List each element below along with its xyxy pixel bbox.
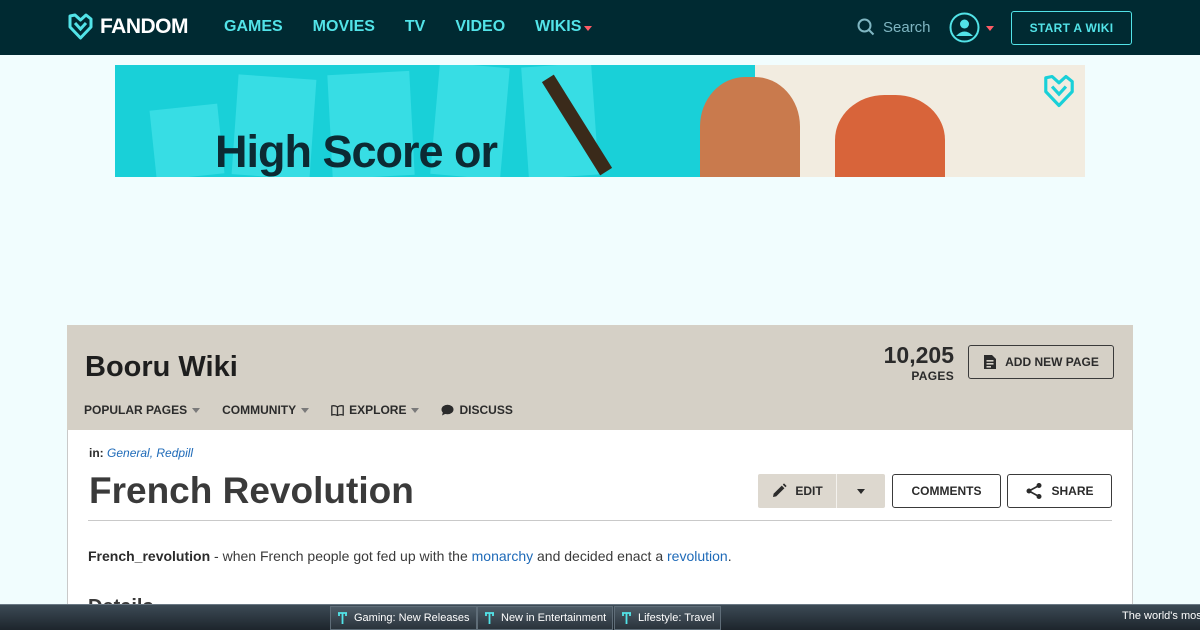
wiki-nav-discuss[interactable]: DISCUSS (441, 403, 513, 417)
categories-label: in: (89, 446, 104, 460)
book-icon (331, 404, 344, 416)
user-menu[interactable] (949, 12, 994, 43)
wiki-nav-label: COMMUNITY (222, 403, 297, 417)
page-title: French Revolution (89, 470, 414, 511)
share-label: SHARE (1051, 484, 1094, 498)
wiki-nav-explore[interactable]: EXPLORE (331, 403, 420, 417)
chevron-down-icon (411, 407, 420, 413)
pages-count-number: 10,205 (883, 342, 954, 368)
antenna-icon (622, 611, 631, 624)
comments-button[interactable]: COMMENTS (892, 474, 1001, 508)
chevron-down-icon (986, 26, 994, 31)
wiki-nav-label: EXPLORE (349, 403, 407, 417)
fandom-heart-icon (68, 13, 93, 40)
revolution-link[interactable]: revolution (667, 548, 728, 564)
chevron-down-icon (584, 25, 593, 31)
feed-tab-entertainment[interactable]: New in Entertainment (477, 606, 614, 630)
ad-headline: High Score or (215, 126, 498, 177)
feed-tab-lifestyle[interactable]: Lifestyle: Travel (614, 606, 722, 630)
article-intro: French_revolution - when French people g… (88, 548, 732, 564)
new-page-icon (984, 355, 997, 369)
fandom-heart-icon (1044, 74, 1074, 108)
search-label: Search (883, 18, 931, 36)
nav-link-label: WIKIS (535, 18, 582, 35)
nav-link-label: GAMES (224, 18, 283, 35)
intro-text: - when French people got fed up with the (210, 548, 472, 564)
intro-text: . (727, 548, 732, 564)
categories: in: General, Redpill (89, 446, 193, 460)
nav-link-games[interactable]: GAMES (224, 18, 283, 36)
add-new-page-button[interactable]: ADD NEW PAGE (968, 345, 1114, 379)
pages-count: 10,205 PAGES (884, 342, 954, 383)
edit-label: EDIT (795, 484, 823, 498)
nav-link-tv[interactable]: TV (405, 18, 425, 36)
wiki-nav-label: POPULAR PAGES (84, 403, 188, 417)
wiki-nav-label: DISCUSS (459, 403, 513, 417)
community-header: Booru Wiki 10,205 PAGES ADD NEW PAGE POP… (67, 325, 1133, 430)
nav-link-movies[interactable]: MOVIES (313, 18, 375, 36)
fandom-logo[interactable]: FANDOM (67, 13, 189, 40)
wiki-nav-popular-pages[interactable]: POPULAR PAGES (84, 403, 201, 417)
main-nav-links: GAMES MOVIES TV VIDEO WIKIS (224, 18, 622, 36)
feed-tab-label: Gaming: New Releases (354, 612, 470, 624)
category-link[interactable]: Redpill (156, 446, 193, 460)
bottom-feed-bar: Gaming: New Releases New in Entertainmen… (0, 604, 1200, 630)
nav-link-video[interactable]: VIDEO (455, 18, 505, 36)
speech-bubble-icon (441, 404, 454, 416)
share-button[interactable]: SHARE (1007, 474, 1112, 508)
nav-link-label: VIDEO (455, 18, 506, 35)
wiki-navigation: POPULAR PAGES COMMUNITY EXPLORE DISCUSS (84, 403, 535, 417)
global-navigation: FANDOM GAMES MOVIES TV VIDEO WIKIS Searc… (0, 0, 1200, 55)
nav-link-label: MOVIES (312, 18, 375, 35)
title-divider (88, 520, 1112, 521)
add-new-page-label: ADD NEW PAGE (1005, 355, 1099, 369)
logo-text: FANDOM (100, 14, 189, 38)
pencil-icon (773, 483, 787, 497)
monarchy-link[interactable]: monarchy (472, 548, 533, 564)
edit-button-group: EDIT (758, 474, 885, 508)
category-link[interactable]: General (107, 446, 150, 460)
nav-link-wikis[interactable]: WIKIS (535, 18, 593, 36)
bottom-bar-tagline: The world's most (1122, 610, 1200, 622)
search-icon (857, 18, 875, 36)
ad-character-image (700, 77, 800, 177)
ad-banner[interactable]: High Score or (115, 65, 1085, 177)
chevron-down-icon (301, 407, 310, 413)
share-icon (1026, 483, 1042, 499)
search-button[interactable]: Search (857, 18, 931, 36)
antenna-icon (338, 611, 347, 624)
nav-link-label: TV (404, 18, 426, 35)
pages-count-label: PAGES (911, 369, 954, 383)
edit-button[interactable]: EDIT (758, 474, 836, 508)
antenna-icon (485, 611, 494, 624)
feed-tab-label: Lifestyle: Travel (638, 612, 715, 624)
ad-character-image (835, 95, 945, 177)
feed-tab-label: New in Entertainment (501, 612, 607, 624)
edit-dropdown-button[interactable] (836, 474, 885, 508)
intro-text: and decided enact a (533, 548, 667, 564)
feed-tab-gaming[interactable]: Gaming: New Releases (330, 606, 477, 630)
wiki-nav-community[interactable]: COMMUNITY (222, 403, 310, 417)
ad-decoration (521, 65, 599, 177)
ad-decoration (149, 103, 225, 177)
start-a-wiki-button[interactable]: START A WIKI (1011, 11, 1132, 45)
chevron-down-icon (192, 407, 201, 413)
user-avatar-icon (949, 12, 980, 43)
intro-bold-term: French_revolution (88, 548, 211, 564)
wiki-title[interactable]: Booru Wiki (85, 351, 238, 384)
chevron-down-icon (857, 488, 865, 494)
article-content: in: General, Redpill French Revolution E… (67, 430, 1133, 630)
